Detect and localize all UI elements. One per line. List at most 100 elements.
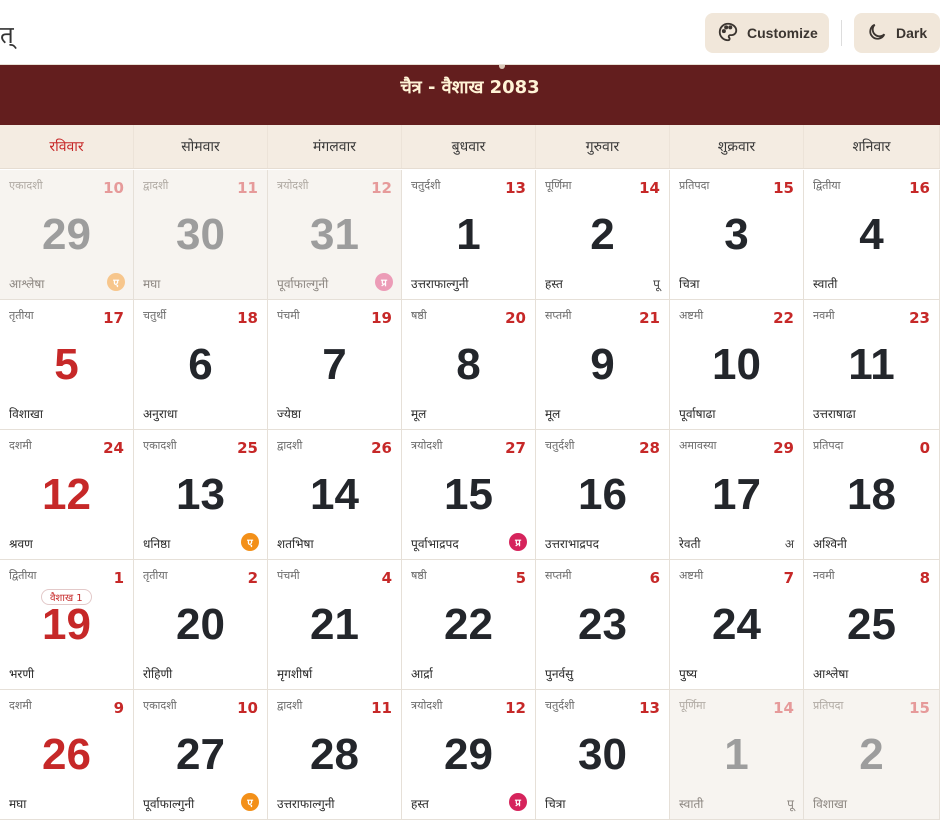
day-number: 24 — [712, 600, 761, 649]
weekday-sunday: रविवार — [0, 125, 134, 168]
nakshatra-label: श्रवण — [9, 537, 33, 551]
day-cell[interactable]: सप्तमी 6 23 पुनर्वसु — [536, 560, 670, 690]
day-cell[interactable]: दशमी 24 12 श्रवण — [0, 430, 134, 560]
tithi-number: 9 — [113, 699, 124, 717]
day-number: 12 — [42, 470, 91, 519]
day-cell[interactable]: तृतीया 17 5 विशाखा — [0, 300, 134, 430]
nakshatra-label: आश्लेषा — [9, 277, 45, 291]
day-cell[interactable]: प्रतिपदा 15 2 विशाखा — [804, 690, 940, 820]
tithi-number: 22 — [773, 309, 794, 327]
day-cell[interactable]: प्रतिपदा 0 18 अश्विनी — [804, 430, 940, 560]
tithi-label: सप्तमी — [545, 569, 572, 582]
tithi-label: अमावस्या — [679, 439, 717, 452]
tithi-number: 29 — [773, 439, 794, 457]
moon-phase-marker: पू — [787, 797, 794, 811]
day-cell[interactable]: चतुर्थी 18 6 अनुराधा — [134, 300, 268, 430]
day-cell[interactable]: षष्ठी 5 22 आर्द्रा — [402, 560, 536, 690]
weekday-header: रविवार सोमवार मंगलवार बुधवार गुरुवार शुक… — [0, 125, 940, 169]
day-number: 20 — [176, 600, 225, 649]
nakshatra-label: पूर्वाफाल्गुनी — [143, 797, 195, 811]
weekday-tuesday: मंगलवार — [268, 125, 402, 168]
day-number: 15 — [444, 470, 493, 519]
day-cell[interactable]: पंचमी 19 7 ज्येष्ठा — [268, 300, 402, 430]
day-number: 31 — [310, 210, 359, 259]
day-cell[interactable]: द्वादशी 11 30 मघा — [134, 170, 268, 300]
day-cell[interactable]: नवमी 8 25 आश्लेषा — [804, 560, 940, 690]
tithi-number: 20 — [505, 309, 526, 327]
weekday-saturday: शनिवार — [804, 125, 940, 168]
day-cell[interactable]: प्रतिपदा 15 3 चित्रा — [670, 170, 804, 300]
nakshatra-label: धनिष्ठा — [143, 537, 171, 551]
day-cell[interactable]: द्वितीया 1 वैशाख 1 19 भरणी — [0, 560, 134, 690]
day-cell[interactable]: दशमी 9 26 मघा — [0, 690, 134, 820]
tithi-label: त्रयोदशी — [277, 179, 309, 192]
ekadashi-badge: ए — [107, 273, 125, 291]
day-cell[interactable]: चतुर्दशी 28 16 उत्तराभाद्रपद — [536, 430, 670, 560]
tithi-label: पूर्णिमा — [679, 699, 706, 712]
day-cell[interactable]: द्वितीया 16 4 स्वाती — [804, 170, 940, 300]
tithi-label: द्वितीया — [9, 569, 37, 582]
day-cell[interactable]: तृतीया 2 20 रोहिणी — [134, 560, 268, 690]
tithi-number: 25 — [237, 439, 258, 457]
tithi-label: तृतीया — [143, 569, 168, 582]
nakshatra-label: चित्रा — [545, 797, 566, 811]
day-number: 27 — [176, 730, 225, 779]
tithi-label: दशमी — [9, 699, 32, 712]
palette-icon — [705, 21, 747, 46]
day-number: 16 — [578, 470, 627, 519]
day-number: 30 — [578, 730, 627, 779]
nakshatra-label: मूल — [411, 407, 427, 421]
tithi-number: 21 — [639, 309, 660, 327]
tithi-label: त्रयोदशी — [411, 699, 443, 712]
tithi-number: 19 — [371, 309, 392, 327]
day-cell[interactable]: त्रयोदशी 12 31 पूर्वाफाल्गुनी प्र — [268, 170, 402, 300]
day-cell[interactable]: चतुर्दशी 13 1 उत्तराफाल्गुनी — [402, 170, 536, 300]
day-cell[interactable]: त्रयोदशी 27 15 पूर्वाभाद्रपद प्र — [402, 430, 536, 560]
day-cell[interactable]: चतुर्दशी 13 30 चित्रा — [536, 690, 670, 820]
day-number: 18 — [847, 470, 896, 519]
moon-icon — [854, 21, 896, 46]
day-cell[interactable]: द्वादशी 26 14 शतभिषा — [268, 430, 402, 560]
customize-button[interactable]: Customize — [705, 13, 829, 53]
tithi-label: पूर्णिमा — [545, 179, 572, 192]
day-cell[interactable]: अष्टमी 22 10 पूर्वाषाढा — [670, 300, 804, 430]
tithi-number: 0 — [919, 439, 930, 457]
tithi-number: 6 — [649, 569, 660, 587]
day-cell[interactable]: षष्ठी 20 8 मूल — [402, 300, 536, 430]
day-cell[interactable]: त्रयोदशी 12 29 हस्त प्र — [402, 690, 536, 820]
nakshatra-label: शतभिषा — [277, 537, 314, 551]
tithi-label: द्वादशी — [143, 179, 169, 192]
tithi-label: नवमी — [813, 309, 835, 322]
nakshatra-label: उत्तराषाढा — [813, 407, 856, 421]
nakshatra-label: हस्त — [545, 277, 563, 291]
day-number: 3 — [724, 210, 749, 259]
day-cell[interactable]: पूर्णिमा 14 2 हस्त पू — [536, 170, 670, 300]
day-cell[interactable]: द्वादशी 11 28 उत्तराफाल्गुनी — [268, 690, 402, 820]
day-cell[interactable]: पूर्णिमा 14 1 स्वाती पू — [670, 690, 804, 820]
tithi-number: 28 — [639, 439, 660, 457]
day-cell[interactable]: एकादशी 10 29 आश्लेषा ए — [0, 170, 134, 300]
tithi-label: चतुर्दशी — [545, 439, 575, 452]
tithi-number: 10 — [103, 179, 124, 197]
day-cell[interactable]: अमावस्या 29 17 रेवती अ — [670, 430, 804, 560]
day-cell[interactable]: सप्तमी 21 9 मूल — [536, 300, 670, 430]
day-number: 7 — [322, 340, 347, 389]
tithi-label: एकादशी — [143, 699, 177, 712]
day-number: 19 — [42, 600, 91, 649]
tithi-number: 27 — [505, 439, 526, 457]
nakshatra-label: अनुराधा — [143, 407, 178, 421]
tithi-number: 11 — [237, 179, 258, 197]
tithi-number: 12 — [505, 699, 526, 717]
day-cell[interactable]: एकादशी 25 13 धनिष्ठा ए — [134, 430, 268, 560]
nakshatra-label: मृगशीर्षा — [277, 667, 313, 681]
tithi-label: षष्ठी — [411, 309, 427, 322]
dark-mode-button[interactable]: Dark — [854, 13, 940, 53]
day-cell[interactable]: एकादशी 10 27 पूर्वाफाल्गुनी ए — [134, 690, 268, 820]
nakshatra-label: मघा — [143, 277, 161, 291]
moon-phase-marker: पू — [653, 277, 660, 291]
day-cell[interactable]: नवमी 23 11 उत्तराषाढा — [804, 300, 940, 430]
day-cell[interactable]: अष्टमी 7 24 पुष्य — [670, 560, 804, 690]
tithi-label: अष्टमी — [679, 569, 704, 582]
day-cell[interactable]: पंचमी 4 21 मृगशीर्षा — [268, 560, 402, 690]
top-bar: त् Customize Dark — [0, 0, 940, 65]
